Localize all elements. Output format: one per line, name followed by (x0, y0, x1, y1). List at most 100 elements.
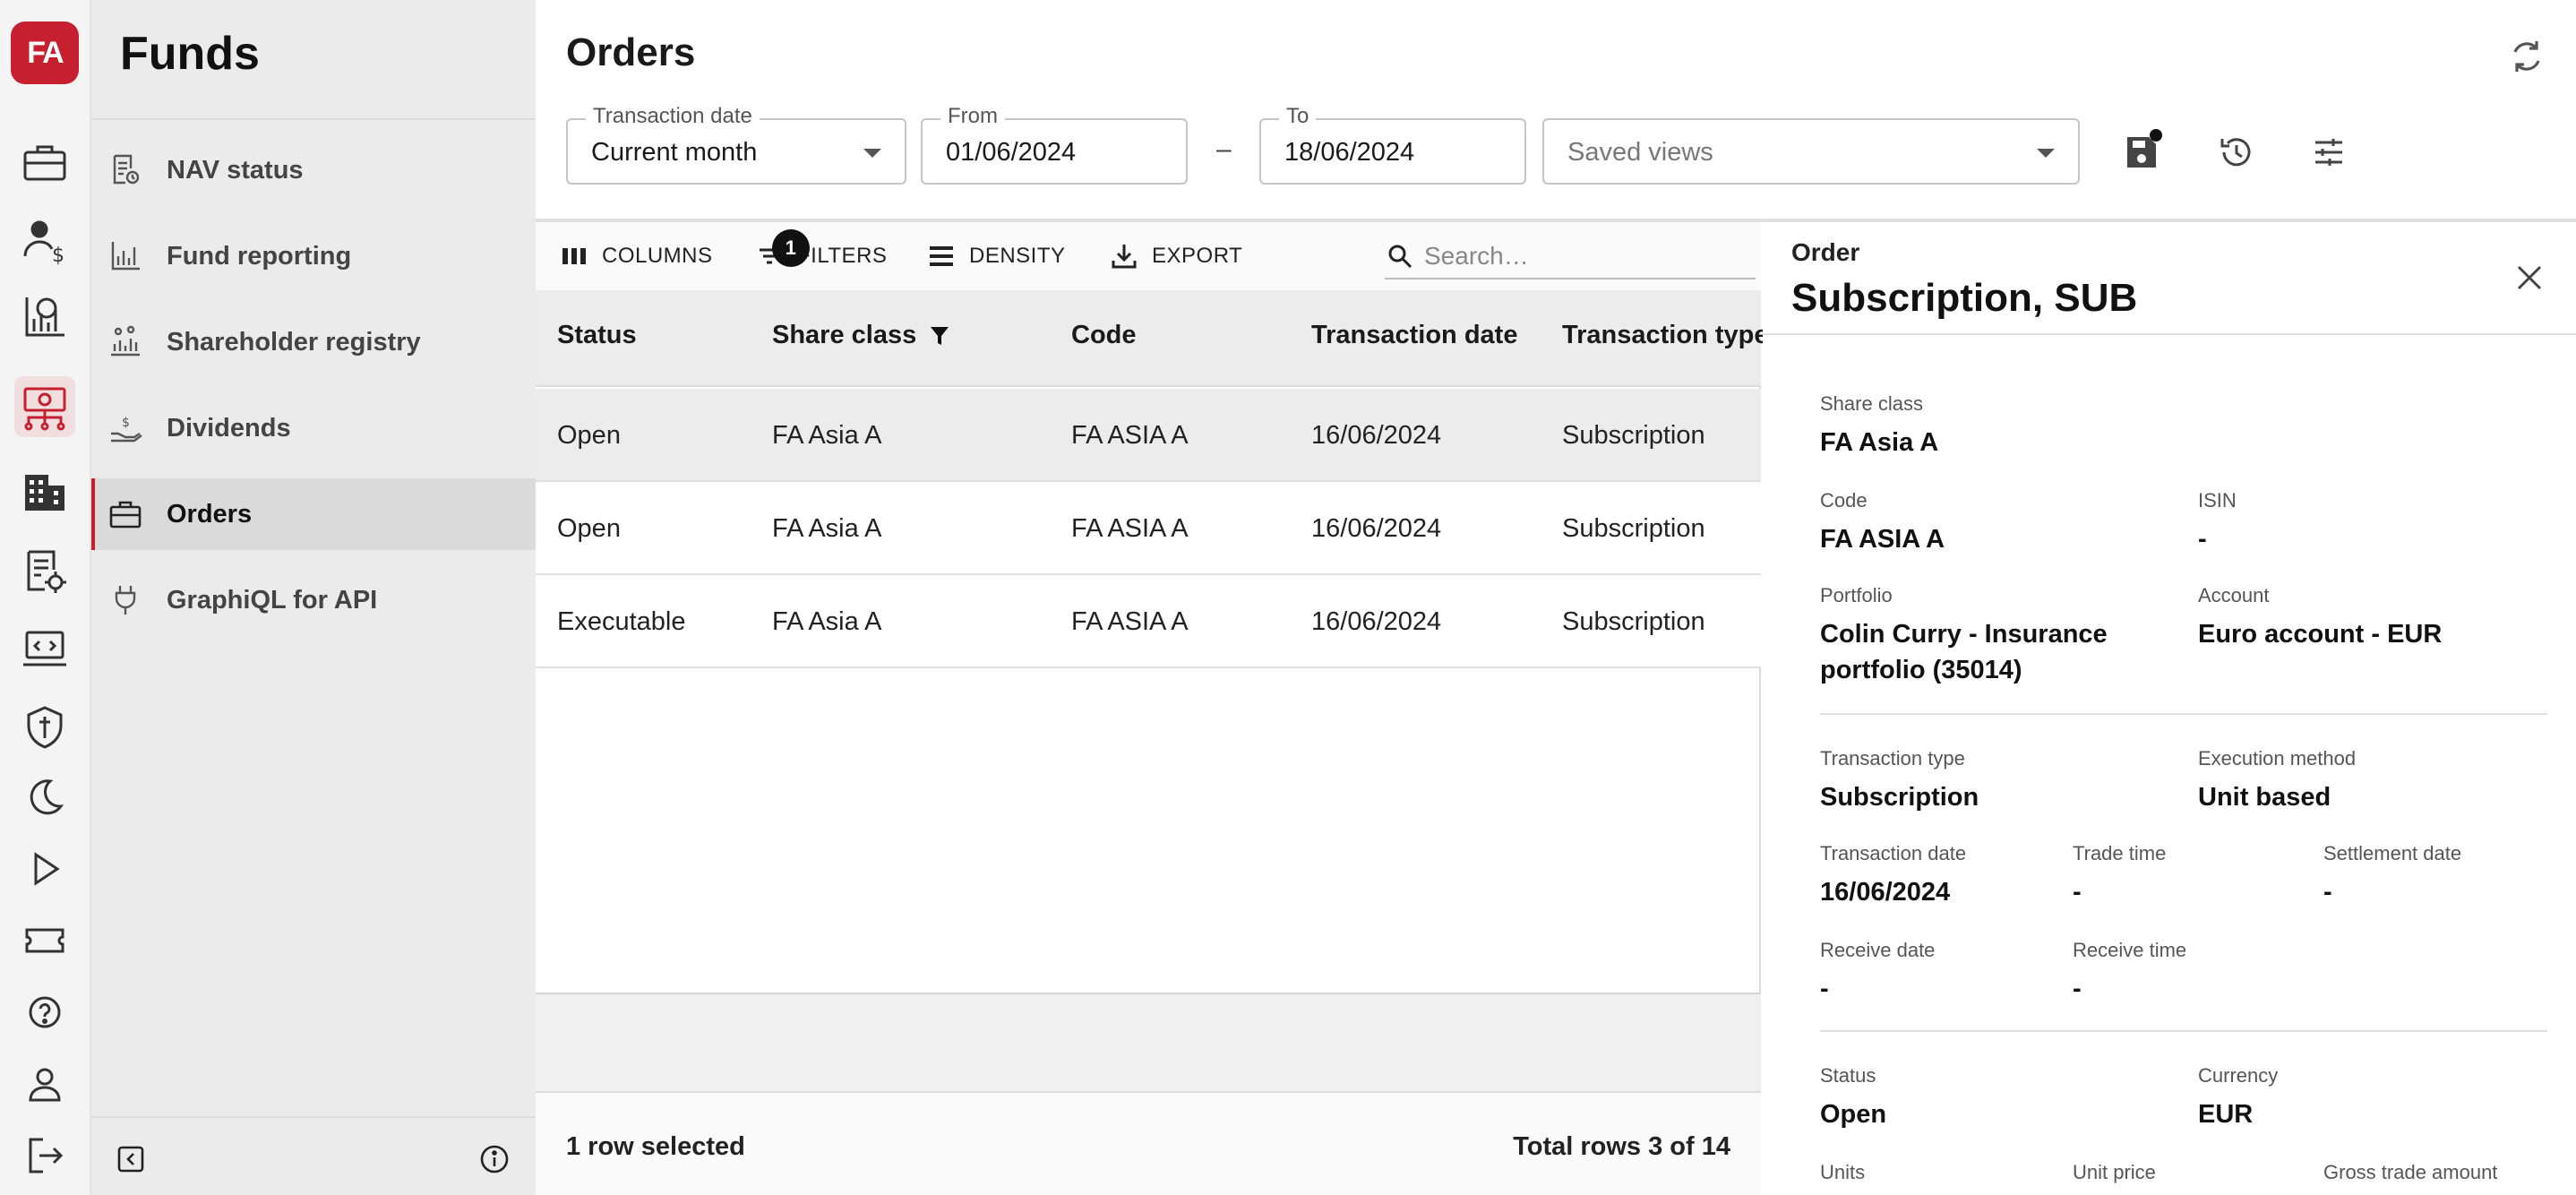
units-field: Units (1820, 1161, 1865, 1184)
field-label: Currency (2198, 1064, 2279, 1087)
save-view-button[interactable] (2116, 127, 2166, 177)
table-row[interactable]: Open FA Asia A FA ASIA A 16/06/2024 Subs… (536, 389, 1761, 482)
field-value: FA Asia A (1820, 428, 1939, 457)
view-settings-button[interactable] (2304, 127, 2354, 177)
selected-rows-text: 1 row selected (566, 1132, 745, 1161)
from-date-field[interactable]: From 01/06/2024 (921, 104, 1188, 185)
history-icon (2220, 138, 2251, 167)
export-button[interactable]: EXPORT (1109, 235, 1242, 278)
history-button[interactable] (2211, 127, 2261, 177)
table-row[interactable]: Open FA Asia A FA ASIA A 16/06/2024 Subs… (536, 482, 1761, 575)
filter-icon[interactable] (927, 323, 952, 348)
filters-button[interactable]: FILTERS 1 (754, 229, 888, 278)
main-content: Orders Transaction date Current month Fr… (536, 0, 2576, 1195)
organization-building-icon[interactable] (14, 462, 75, 523)
field-label: Share class (1820, 392, 1923, 415)
isin-field: ISIN - (2198, 489, 2237, 557)
transaction-date-value: Current month (591, 138, 758, 167)
reports-settings-icon[interactable] (14, 541, 75, 602)
sidebar-item-label: Dividends (167, 413, 291, 443)
column-header-status[interactable]: Status (557, 321, 637, 350)
field-value: Subscription (1820, 783, 1979, 812)
filters-count-badge: 1 (772, 229, 810, 267)
horizontal-scroll-area[interactable] (536, 994, 1761, 1091)
help-icon[interactable] (14, 982, 75, 1043)
sidebar-item-label: GraphiQL for API (167, 585, 378, 615)
filters-label: FILTERS (797, 244, 888, 268)
close-icon[interactable] (2512, 260, 2547, 296)
refresh-icon[interactable] (2504, 34, 2549, 79)
field-label: Transaction date (1820, 842, 1967, 864)
field-label: Account (2198, 584, 2270, 606)
search-input[interactable] (1424, 242, 1747, 271)
client-money-icon[interactable]: $ (14, 210, 75, 271)
transaction-date-field: Transaction date 16/06/2024 (1820, 842, 1966, 910)
field-value: FA ASIA A (1820, 525, 1945, 554)
play-icon[interactable] (14, 838, 75, 899)
cell-transaction-date: 16/06/2024 (1311, 607, 1442, 636)
column-header-label: Code (1071, 321, 1137, 349)
cell-status: Open (557, 421, 621, 450)
columns-button[interactable]: COLUMNS (559, 235, 713, 278)
collapse-sidebar-icon[interactable] (109, 1139, 152, 1179)
table-row[interactable]: Executable FA Asia A FA ASIA A 16/06/202… (536, 575, 1761, 668)
sidebar-item-label: NAV status (167, 155, 304, 185)
saved-views-select[interactable]: Saved views (1542, 118, 2080, 185)
execution-method-field: Execution method Unit based (2198, 747, 2356, 815)
settlement-date-field: Settlement date - (2323, 842, 2461, 910)
cell-transaction-date: 16/06/2024 (1311, 514, 1442, 543)
info-icon[interactable] (473, 1139, 516, 1179)
people-chart-icon (111, 325, 140, 357)
profile-icon[interactable] (14, 1053, 75, 1114)
receive-date-field: Receive date - (1820, 939, 1935, 1007)
developer-laptop-icon[interactable] (14, 618, 75, 679)
briefcase-icon (109, 501, 142, 529)
cell-code: FA ASIA A (1071, 514, 1189, 543)
portfolio-briefcase-icon[interactable] (14, 133, 75, 193)
ticket-icon[interactable] (14, 910, 75, 971)
density-button[interactable]: DENSITY (926, 235, 1066, 278)
dark-mode-moon-icon[interactable] (14, 767, 75, 828)
column-header-label: Transaction type (1562, 321, 1769, 349)
sidebar-item-orders[interactable]: Orders (91, 478, 536, 550)
cell-status: Open (557, 514, 621, 543)
orders-grid: COLUMNS FILTERS 1 DENSITY EXPORT Search…… (536, 222, 1768, 1195)
column-header-transaction-date[interactable]: Transaction date (1311, 321, 1517, 350)
column-header-transaction-type[interactable]: Transaction type (1562, 321, 1768, 350)
sidebar-item-shareholder-registry[interactable]: Shareholder registry (91, 306, 536, 378)
sidebar-item-dividends[interactable]: $ Dividends (91, 392, 536, 464)
columns-label: COLUMNS (602, 244, 713, 268)
to-date-field[interactable]: To 18/06/2024 (1259, 104, 1526, 185)
download-icon (1112, 245, 1137, 269)
field-label: Units (1820, 1161, 1866, 1183)
share-class-field: Share class FA Asia A (1820, 392, 1938, 460)
logout-icon[interactable] (14, 1125, 75, 1186)
gross-trade-amount-field: Gross trade amount (2323, 1161, 2497, 1184)
tune-icon (2315, 139, 2342, 166)
fa-logo[interactable]: FA (11, 21, 79, 84)
columns-icon (562, 248, 586, 264)
chevron-down-icon (863, 149, 881, 158)
sidebar-item-fund-reporting[interactable]: Fund reporting (91, 220, 536, 292)
cell-transaction-type: Subscription (1562, 421, 1705, 450)
field-label: Receive time (2073, 939, 2187, 961)
column-header-code[interactable]: Code (1071, 321, 1137, 350)
sidebar-item-nav-status[interactable]: NAV status (91, 134, 536, 206)
field-label: Portfolio (1820, 584, 1893, 606)
cell-share-class: FA Asia A (772, 514, 882, 543)
sidebar-item-graphiql[interactable]: GraphiQL for API (91, 564, 536, 636)
grid-footer: 1 row selected Total rows 3 of 14 (536, 1091, 1761, 1195)
page-title: Orders (566, 30, 696, 74)
cell-transaction-type: Subscription (1562, 514, 1705, 543)
date-range-dash: – (1216, 134, 1232, 164)
cell-share-class: FA Asia A (772, 421, 882, 450)
analytics-chart-icon[interactable] (14, 287, 75, 348)
icon-rail: FA $ (0, 0, 91, 1195)
grid-search[interactable] (1385, 235, 1756, 279)
export-label: EXPORT (1152, 244, 1243, 268)
column-header-share-class[interactable]: Share class (772, 321, 952, 350)
transaction-date-select[interactable]: Transaction date Current month (566, 104, 906, 185)
security-shield-icon[interactable] (14, 697, 75, 758)
funds-icon[interactable] (14, 376, 75, 437)
cell-share-class: FA Asia A (772, 607, 882, 636)
